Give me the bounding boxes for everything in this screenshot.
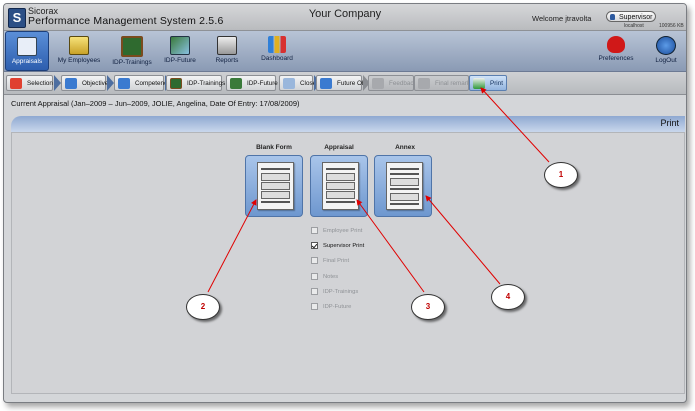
option-label: Supervisor Print: [323, 243, 365, 250]
user-icon: [610, 14, 615, 20]
toolbar-label: IDP-Future: [164, 57, 196, 64]
role-label: Supervisor: [619, 14, 653, 21]
blank-form-label: Blank Form: [256, 144, 292, 151]
document-icon: [283, 78, 295, 89]
print-options-list: Employee Print Supervisor Print Final Pr…: [311, 226, 364, 317]
checkbox[interactable]: [311, 302, 318, 310]
tab-final-remarks[interactable]: Final remarks: [414, 75, 473, 91]
toolbar-my-employees-button[interactable]: My Employees: [56, 31, 102, 71]
toolbar-reports-button[interactable]: Reports: [210, 31, 244, 71]
chalkboard-icon: [121, 36, 143, 57]
tab-label: Print: [490, 80, 503, 87]
toolbar-idp-trainings-button[interactable]: IDP-Trainings: [110, 31, 154, 71]
tab-competencies[interactable]: Competencies: [114, 75, 175, 91]
tab-idp-trainings[interactable]: IDP-Trainings: [166, 75, 226, 91]
panel-title: Print: [660, 118, 679, 128]
printer-icon: [217, 36, 237, 55]
toolbar-label: IDP-Trainings: [112, 59, 152, 66]
toolbar-logout-button[interactable]: LogOut: [650, 31, 682, 71]
checkbox[interactable]: [311, 227, 318, 234]
toolbar-label: My Employees: [57, 57, 101, 64]
toolbar-label: Appraisals: [11, 58, 43, 65]
checkbox[interactable]: [311, 287, 318, 295]
tab-future-obj[interactable]: Future Obj.: [316, 75, 369, 91]
callout-3: 3: [411, 294, 445, 320]
future-icon: [170, 36, 190, 55]
toolbar-appraisals-button[interactable]: Appraisals: [5, 31, 49, 71]
annex-document-icon: [386, 162, 423, 210]
step-tab-strip: Selection Objectives Competencies IDP-Tr…: [4, 72, 686, 95]
memory-label: 100956 KB: [659, 23, 684, 29]
current-appraisal-info: Current Appraisal (Jan–2009 – Jun–2009, …: [11, 99, 300, 108]
tab-label: IDP-Trainings: [187, 80, 226, 87]
annex-print-button[interactable]: [374, 155, 432, 217]
checkbox[interactable]: [311, 272, 318, 280]
feedback-icon: [372, 78, 384, 89]
tab-close[interactable]: Close: [279, 75, 316, 91]
check-icon: [320, 78, 332, 89]
toolbar-label: Preferences: [598, 55, 634, 62]
step-arrow-icon: [54, 75, 61, 91]
checkbox[interactable]: [311, 257, 318, 265]
checkbox[interactable]: [311, 242, 318, 250]
tab-label: Feedback: [389, 80, 417, 87]
toolbar-preferences-button[interactable]: Preferences: [596, 31, 636, 71]
chalkboard-icon: [170, 78, 182, 89]
option-label: IDP-Trainings: [323, 288, 359, 295]
option-idp-future[interactable]: IDP-Future: [311, 302, 364, 317]
title-bar: S Sicorax Performance Management System …: [4, 4, 686, 31]
option-label: Employee Print: [323, 228, 363, 234]
host-label: localhost: [624, 23, 644, 29]
annex-label: Annex: [395, 144, 415, 151]
option-label: IDP-Future: [323, 303, 352, 310]
app-window: S Sicorax Performance Management System …: [3, 3, 687, 403]
option-notes[interactable]: Notes: [311, 272, 364, 287]
step-arrow-icon: [107, 75, 114, 91]
future-icon: [230, 78, 242, 89]
tab-objectives[interactable]: Objectives: [61, 75, 111, 91]
check-icon: [65, 78, 77, 89]
callout-1: 1: [544, 162, 578, 188]
callout-2: 2: [186, 294, 220, 320]
tab-feedback[interactable]: Feedback: [368, 75, 417, 91]
option-idp-trainings[interactable]: IDP-Trainings: [311, 287, 364, 302]
option-label: Final Print: [323, 258, 350, 265]
welcome-text: Welcome jtravolta: [532, 14, 592, 23]
tab-label: IDP-Future: [247, 80, 278, 87]
appraisal-label: Appraisal: [324, 144, 354, 151]
tab-label: Selection: [27, 80, 53, 87]
appraisals-icon: [17, 37, 37, 56]
option-final-print[interactable]: Final Print: [311, 256, 364, 271]
tab-label: Final remarks: [435, 80, 474, 87]
role-selector[interactable]: Supervisor: [606, 11, 656, 22]
main-toolbar: Appraisals My Employees IDP-Trainings ID…: [4, 31, 686, 72]
heart-icon: [607, 36, 625, 53]
power-icon: [656, 36, 676, 55]
option-label: Notes: [323, 273, 339, 280]
toolbar-idp-future-button[interactable]: IDP-Future: [160, 31, 200, 71]
callout-4: 4: [491, 284, 525, 310]
check-icon: [118, 78, 130, 89]
tab-selection[interactable]: Selection: [6, 75, 53, 91]
appraisal-print-button[interactable]: [310, 155, 368, 217]
toolbar-label: Dashboard: [261, 55, 293, 62]
employees-icon: [69, 36, 89, 55]
blank-form-print-button[interactable]: [245, 155, 303, 217]
blank-form-document-icon: [257, 162, 294, 210]
calendar-icon: [10, 78, 22, 89]
printer-icon: [473, 78, 485, 89]
remarks-icon: [418, 78, 430, 89]
tab-print[interactable]: Print: [469, 75, 507, 91]
appraisal-document-icon: [322, 162, 359, 210]
option-employee-print[interactable]: Employee Print: [311, 226, 364, 241]
option-supervisor-print[interactable]: Supervisor Print: [311, 241, 364, 256]
toolbar-label: LogOut: [655, 57, 677, 64]
tab-idp-future[interactable]: IDP-Future: [226, 75, 278, 91]
bar-chart-icon: [268, 36, 286, 53]
panel-header: Print: [11, 116, 685, 132]
toolbar-label: Reports: [215, 57, 239, 64]
toolbar-dashboard-button[interactable]: Dashboard: [258, 31, 296, 71]
